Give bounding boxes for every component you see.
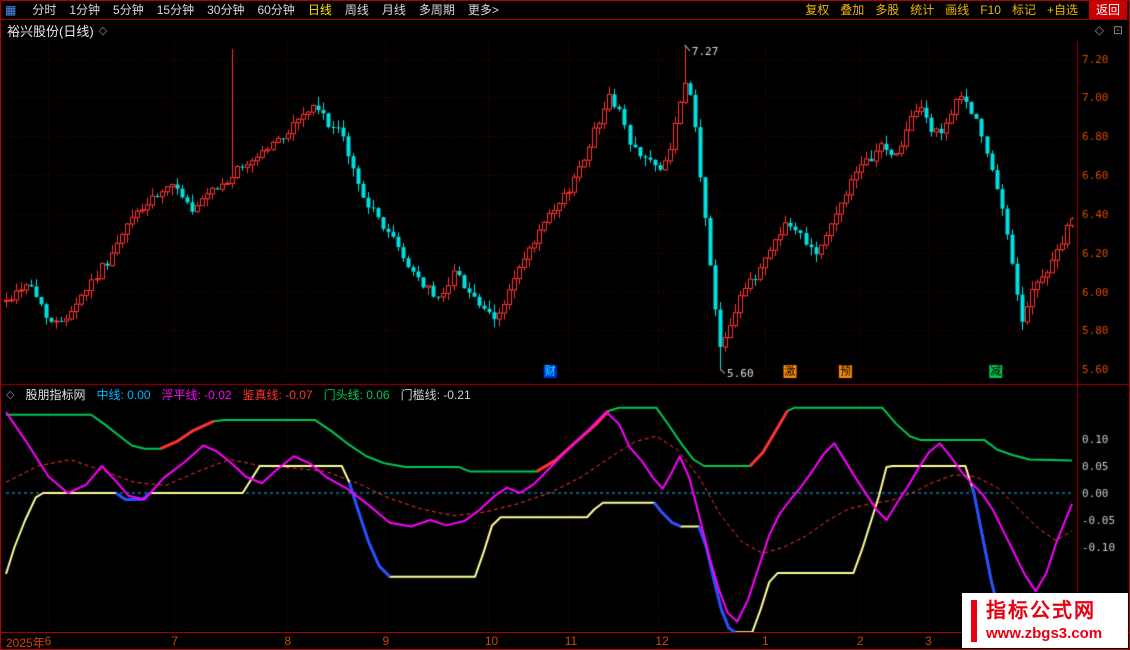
time-axis-year: 2025年 xyxy=(6,634,45,650)
time-axis-month-7: 7 xyxy=(171,634,178,648)
trading-app-window: ▦ 分时 1分钟 5分钟 15分钟 30分钟 60分钟日线周线月线多周期更多> 复权叠加多… xyxy=(0,0,1130,650)
time-axis-month-6: 6 xyxy=(45,634,52,648)
stock-title[interactable]: 裕兴股份(日线) xyxy=(7,21,94,40)
menu-item-period-分时[interactable]: 分时 xyxy=(32,1,56,19)
indicator-value-1: 中线: 0.00 xyxy=(96,386,150,403)
titlebar-icons: ◇⊡ xyxy=(1095,23,1123,37)
menu-item-tool-F10[interactable]: F10 xyxy=(980,1,1001,19)
time-axis-month-2: 2 xyxy=(857,634,864,648)
watermark-accent-bar xyxy=(971,600,977,642)
menu-item-tool-标记[interactable]: 标记 xyxy=(1012,1,1036,19)
stock-charts-canvas[interactable] xyxy=(1,41,1129,632)
menu-item-period-5分钟[interactable]: 5分钟 xyxy=(113,1,144,19)
indicator-header: ◇ 股朋指标网 中线: 0.00 浮平线: -0.02 鉴真线: -0.07 门头线:… xyxy=(6,386,471,402)
menu-item-period-1分钟[interactable]: 1分钟 xyxy=(69,1,100,19)
menu-item-tool-叠加[interactable]: 叠加 xyxy=(840,1,864,19)
menu-item-tool-统计[interactable]: 统计 xyxy=(910,1,934,19)
time-axis-month-12: 12 xyxy=(655,634,668,648)
menu-item-period-周线[interactable]: 周线 xyxy=(345,1,369,19)
menu-item-period-60分钟[interactable]: 60分钟 xyxy=(257,1,294,19)
titlebar-window-icon-1[interactable]: ◇ xyxy=(1095,23,1104,37)
menu-item-period-30分钟[interactable]: 30分钟 xyxy=(207,1,244,19)
watermark-box: 指标公式网 www.zbgs3.com xyxy=(962,593,1128,648)
watermark-site-url: www.zbgs3.com xyxy=(986,624,1102,643)
menubar-right: 复权叠加多股统计画线 F10 标记 +自选返回 xyxy=(805,1,1127,19)
chart-titlebar: 裕兴股份(日线) ◇ ◇⊡ xyxy=(1,20,1129,40)
indicator-values: 中线: 0.00 浮平线: -0.02 鉴真线: -0.07 门头线: 0.06 门槛线… xyxy=(96,386,470,403)
menu-item-tool-+自选[interactable]: +自选 xyxy=(1047,1,1078,19)
time-axis-month-3: 3 xyxy=(925,634,932,648)
menubar-left: ▦ 分时 1分钟 5分钟 15分钟 30分钟 60分钟日线周线月线多周期更多> xyxy=(5,1,499,19)
indicator-source-label: 股朋指标网 xyxy=(25,386,85,403)
time-axis-month-8: 8 xyxy=(284,634,291,648)
indicator-diamond-icon[interactable]: ◇ xyxy=(6,388,14,401)
watermark-text: 指标公式网 www.zbgs3.com xyxy=(986,598,1102,643)
menu-item-period-多周期[interactable]: 多周期 xyxy=(419,1,455,19)
title-dropdown-icon[interactable]: ◇ xyxy=(99,24,107,37)
indicator-value-2: 浮平线: -0.02 xyxy=(162,386,232,403)
menu-item-tool-返回[interactable]: 返回 xyxy=(1089,1,1127,19)
time-axis-month-9: 9 xyxy=(382,634,389,648)
indicator-value-5: 门槛线: -0.21 xyxy=(401,386,471,403)
titlebar-window-icon-2[interactable]: ⊡ xyxy=(1113,23,1123,37)
menu-item-period-月线[interactable]: 月线 xyxy=(382,1,406,19)
indicator-value-4: 门头线: 0.06 xyxy=(324,386,390,403)
menu-item-period-日线[interactable]: 日线 xyxy=(308,1,332,19)
time-axis: 2025年 6789101112123 xyxy=(1,632,1129,650)
watermark-site-name: 指标公式网 xyxy=(986,598,1102,624)
app-grid-icon[interactable]: ▦ xyxy=(5,3,16,17)
menu-item-period-更多>[interactable]: 更多> xyxy=(468,1,499,19)
time-axis-month-1: 1 xyxy=(762,634,769,648)
time-axis-month-10: 10 xyxy=(485,634,498,648)
menu-item-tool-多股[interactable]: 多股 xyxy=(875,1,899,19)
top-menubar: ▦ 分时 1分钟 5分钟 15分钟 30分钟 60分钟日线周线月线多周期更多> 复权叠加多… xyxy=(1,1,1129,20)
indicator-value-3: 鉴真线: -0.07 xyxy=(243,386,313,403)
menu-item-period-15分钟[interactable]: 15分钟 xyxy=(157,1,194,19)
time-axis-month-11: 11 xyxy=(565,634,577,648)
menu-item-tool-复权[interactable]: 复权 xyxy=(805,1,829,19)
menu-item-tool-画线[interactable]: 画线 xyxy=(945,1,969,19)
